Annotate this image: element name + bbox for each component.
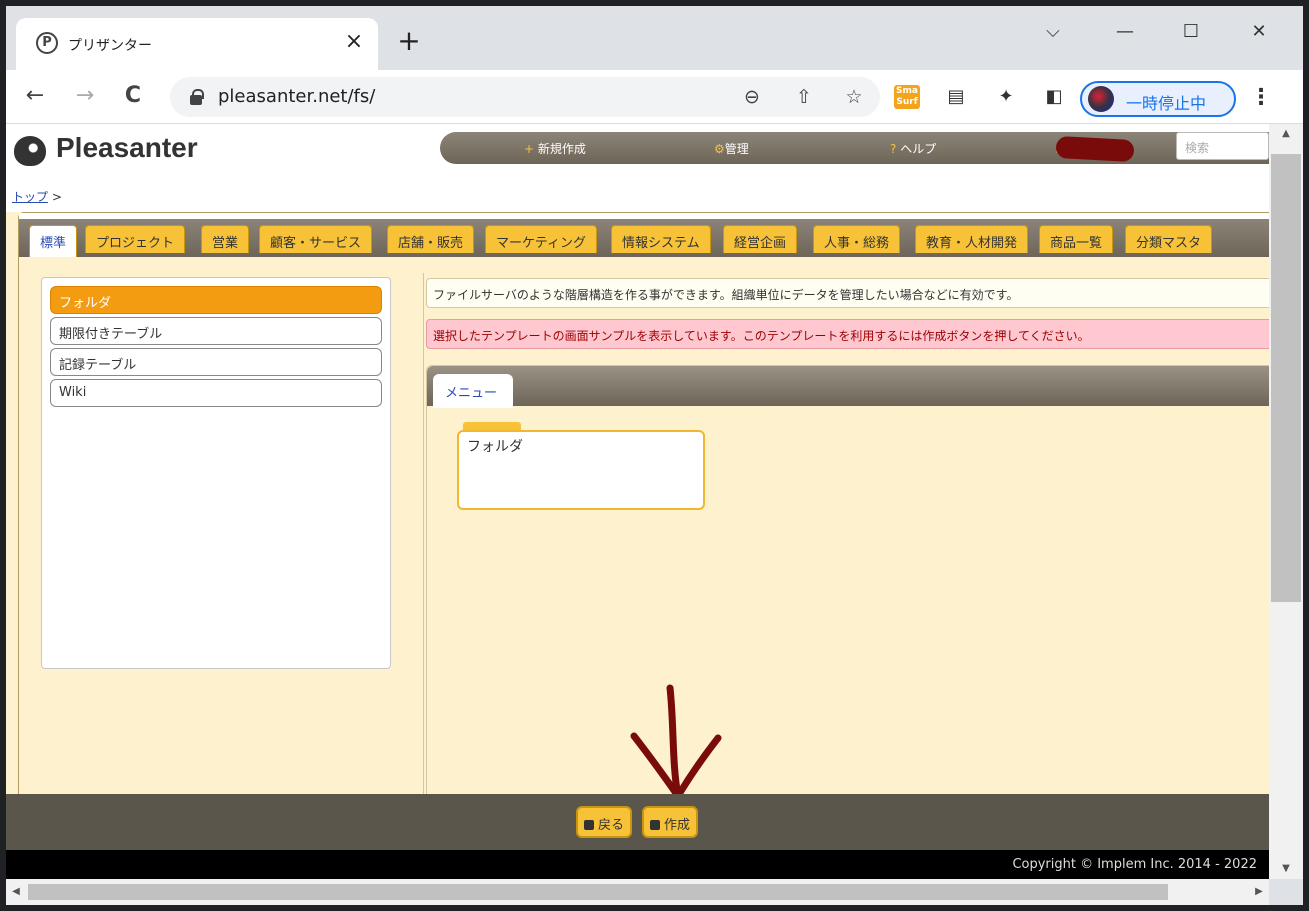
tab-close-icon[interactable]: × bbox=[340, 28, 368, 56]
tab-strip: P プリザンター × + ⌵ — ☐ ✕ bbox=[6, 6, 1303, 70]
plus-icon: + bbox=[524, 142, 538, 156]
bookmark-star-icon[interactable]: ☆ bbox=[842, 85, 866, 109]
browser-menu-icon[interactable]: ⋮ bbox=[1246, 83, 1276, 113]
nav-help[interactable]: ? ヘルプ bbox=[890, 140, 936, 157]
tab-title: プリザンター bbox=[68, 38, 152, 54]
help-icon: ? bbox=[890, 142, 901, 156]
logo-text: Pleasanter bbox=[56, 132, 198, 163]
horizontal-scroll-thumb[interactable] bbox=[28, 884, 1168, 900]
breadcrumb-separator: > bbox=[51, 190, 62, 204]
side-panel-icon[interactable]: ◧ bbox=[1040, 83, 1068, 111]
nav-manage-label: 管理 bbox=[724, 142, 749, 156]
tab-product-list[interactable]: 商品一覧 bbox=[1039, 225, 1114, 253]
tab-search-chevron-icon[interactable]: ⌵ bbox=[1028, 12, 1078, 52]
tab-project[interactable]: プロジェクト bbox=[85, 225, 186, 253]
lock-icon[interactable] bbox=[190, 89, 204, 105]
reload-icon[interactable]: C bbox=[118, 81, 148, 111]
avatar bbox=[1088, 86, 1114, 112]
minimize-button[interactable]: — bbox=[1100, 12, 1150, 52]
url-text: pleasanter.net/fs/ bbox=[218, 86, 376, 107]
smasurf-extension-icon[interactable]: Sma Surf bbox=[894, 85, 920, 109]
breadcrumb: トップ > bbox=[6, 176, 1269, 212]
template-item-folder[interactable]: フォルダ bbox=[50, 286, 382, 314]
address-bar[interactable]: pleasanter.net/fs/ ⊖ ⇧ ☆ bbox=[170, 77, 880, 117]
template-preview: ファイルサーバのような階層構造を作る事ができます。組織単位にデータを管理したい場… bbox=[423, 273, 1269, 879]
menu-tabbar: メニュー bbox=[427, 366, 1269, 408]
create-icon bbox=[650, 820, 660, 830]
search-input[interactable]: 検索 bbox=[1176, 132, 1269, 160]
nav-help-label: ヘルプ bbox=[900, 142, 937, 156]
vertical-scroll-thumb[interactable] bbox=[1271, 154, 1301, 602]
notes-extension-icon[interactable]: ▤ bbox=[942, 83, 970, 111]
template-item-wiki[interactable]: Wiki bbox=[50, 379, 382, 407]
profile-button[interactable]: 一時停止中 bbox=[1080, 81, 1236, 117]
tab-it-system[interactable]: 情報システム bbox=[611, 225, 711, 253]
extensions-puzzle-icon[interactable]: ✦ bbox=[992, 83, 1020, 111]
scroll-up-icon[interactable]: ▲ bbox=[1269, 124, 1303, 144]
scroll-right-icon[interactable]: ▶ bbox=[1249, 879, 1269, 905]
tab-menu[interactable]: メニュー bbox=[433, 374, 513, 408]
page-content: Pleasanter + 新規作成 ⚙管理 ? ヘルプ ▲ 検索 トップ > 標… bbox=[6, 124, 1269, 879]
browser-toolbar: ← → C pleasanter.net/fs/ ⊖ ⇧ ☆ Sma Surf … bbox=[6, 70, 1303, 124]
forward-arrow-icon[interactable]: → bbox=[70, 81, 100, 111]
tab-education[interactable]: 教育・人材開発 bbox=[915, 225, 1029, 253]
create-button[interactable]: 作成 bbox=[642, 806, 699, 838]
folder-card[interactable]: フォルダ bbox=[457, 430, 705, 510]
pleasanter-favicon-icon: P bbox=[36, 32, 58, 54]
app-header: Pleasanter + 新規作成 ⚙管理 ? ヘルプ ▲ 検索 bbox=[6, 124, 1269, 176]
nav-new[interactable]: + 新規作成 bbox=[524, 140, 586, 157]
category-tabbar: 標準 プロジェクト 営業 顧客・サービス 店舗・販売 マーケティング 情報システ… bbox=[19, 213, 1269, 257]
tab-category-master[interactable]: 分類マスタ bbox=[1125, 225, 1213, 253]
gear-icon: ⚙ bbox=[714, 142, 725, 156]
tab-hr-general[interactable]: 人事・総務 bbox=[813, 225, 901, 253]
tab-marketing[interactable]: マーケティング bbox=[485, 225, 597, 253]
vertical-scrollbar[interactable]: ▲ ▼ bbox=[1269, 124, 1303, 879]
tab-store-sales[interactable]: 店舗・販売 bbox=[387, 225, 475, 253]
template-description: ファイルサーバのような階層構造を作る事ができます。組織単位にデータを管理したい場… bbox=[426, 278, 1269, 308]
share-icon[interactable]: ⇧ bbox=[792, 85, 816, 109]
redacted-username bbox=[1055, 135, 1135, 163]
annotation-arrow-icon bbox=[630, 684, 722, 800]
profile-status: 一時停止中 bbox=[1126, 94, 1207, 113]
back-icon bbox=[584, 820, 594, 830]
horizontal-scrollbar[interactable]: ◀ ▶ bbox=[6, 879, 1269, 905]
back-arrow-icon[interactable]: ← bbox=[20, 81, 50, 111]
nav-manage[interactable]: ⚙管理 bbox=[714, 140, 749, 157]
copyright-footer: Copyright © Implem Inc. 2014 - 2022 bbox=[6, 850, 1269, 879]
command-bar: 戻る 作成 bbox=[6, 794, 1269, 850]
browser-window: P プリザンター × + ⌵ — ☐ ✕ ← → C pleasanter.ne… bbox=[6, 6, 1303, 905]
new-tab-button[interactable]: + bbox=[394, 26, 424, 56]
template-item-record-table[interactable]: 記録テーブル bbox=[50, 348, 382, 376]
template-item-deadline-table[interactable]: 期限付きテーブル bbox=[50, 317, 382, 345]
back-button-label: 戻る bbox=[598, 818, 625, 833]
browser-tab[interactable]: P プリザンター × bbox=[16, 18, 378, 70]
template-list: フォルダ 期限付きテーブル 記録テーブル Wiki bbox=[41, 277, 391, 669]
breadcrumb-top-link[interactable]: トップ bbox=[12, 190, 48, 204]
create-button-label: 作成 bbox=[664, 818, 691, 833]
close-window-button[interactable]: ✕ bbox=[1234, 12, 1284, 52]
sample-warning: 選択したテンプレートの画面サンプルを表示しています。このテンプレートを利用するに… bbox=[426, 319, 1269, 349]
maximize-button[interactable]: ☐ bbox=[1166, 12, 1216, 52]
logo-mark-icon bbox=[14, 136, 46, 166]
zoom-icon[interactable]: ⊖ bbox=[740, 85, 764, 109]
tab-sales[interactable]: 営業 bbox=[201, 225, 250, 253]
main-navbar: + 新規作成 ⚙管理 ? ヘルプ ▲ bbox=[440, 132, 1269, 164]
tab-customer-service[interactable]: 顧客・サービス bbox=[259, 225, 373, 253]
back-button[interactable]: 戻る bbox=[576, 806, 633, 838]
tab-corporate-planning[interactable]: 経営企画 bbox=[723, 225, 798, 253]
nav-new-label: 新規作成 bbox=[537, 142, 586, 156]
scroll-left-icon[interactable]: ◀ bbox=[6, 879, 26, 905]
tab-standard[interactable]: 標準 bbox=[29, 225, 78, 257]
scroll-down-icon[interactable]: ▼ bbox=[1269, 859, 1303, 879]
